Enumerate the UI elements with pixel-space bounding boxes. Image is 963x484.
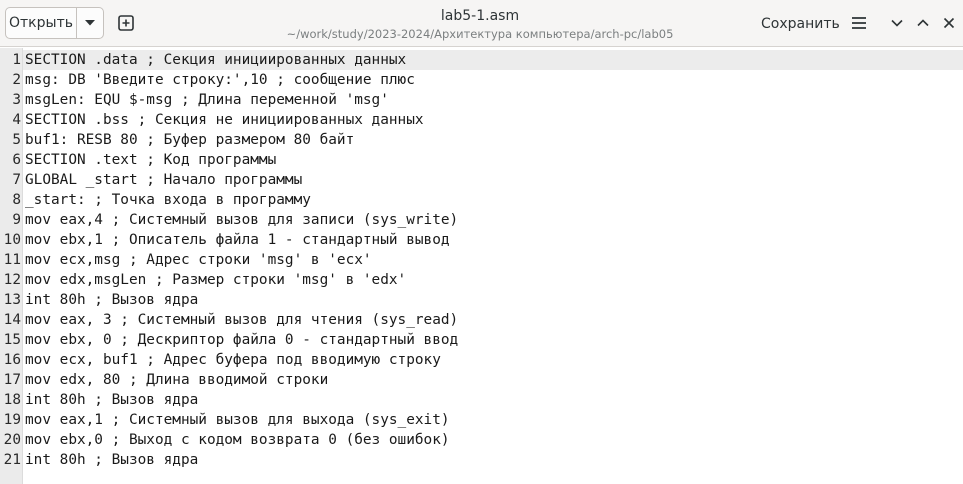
code-line[interactable]: 19 mov eax,1 ; Системный вызов для выхода… <box>0 410 963 430</box>
line-number: 21 <box>3 452 21 468</box>
new-tab-icon <box>118 15 134 31</box>
code-text[interactable]: int 80h ; Вызов ядра <box>21 390 198 410</box>
code-text[interactable]: mov eax,1 ; Системный вызов для выхода (… <box>21 410 450 430</box>
new-tab-button[interactable] <box>116 12 136 34</box>
line-number: 15 <box>3 332 21 348</box>
code-text[interactable]: mov ecx, buf1 ; Адрес буфера под вводиму… <box>21 350 441 370</box>
code-line[interactable]: 20 mov ebx,0 ; Выход с кодом возврата 0 (… <box>0 430 963 450</box>
line-number: 7 <box>12 172 21 188</box>
header-bar: Открыть lab5-1.asm ~/work/study/2023-202… <box>0 0 963 47</box>
line-number: 5 <box>12 132 21 148</box>
code-line[interactable]: 3 msgLen: EQU $-msg ; Длина переменной 'm… <box>0 90 963 110</box>
code-text[interactable]: SECTION .text ; Код программы <box>21 150 276 170</box>
code-line[interactable]: 14 mov eax, 3 ; Системный вызов для чтени… <box>0 310 963 330</box>
line-number: 13 <box>3 292 21 308</box>
code-line[interactable]: 11 mov ecx,msg ; Адрес строки 'msg' в 'ec… <box>0 250 963 270</box>
line-number: 8 <box>12 192 21 208</box>
document-title: lab5-1.asm <box>440 8 520 24</box>
line-number: 18 <box>3 392 21 408</box>
main-menu-button[interactable] <box>848 12 870 34</box>
code-text[interactable]: _start: ; Точка входа в программу <box>21 190 311 210</box>
code-text[interactable]: msg: DB 'Введите строку:',10 ; сообщение… <box>21 70 415 90</box>
code-line[interactable]: 8 _start: ; Точка входа в программу <box>0 190 963 210</box>
code-text[interactable]: SECTION .data ; Секция инициированных да… <box>21 50 406 70</box>
code-line[interactable]: 9 mov eax,4 ; Системный вызов для записи … <box>0 210 963 230</box>
minimize-button[interactable] <box>886 12 908 34</box>
code-line[interactable]: 13 int 80h ; Вызов ядра <box>0 290 963 310</box>
code-line[interactable]: 16 mov ecx, buf1 ; Адрес буфера под вводи… <box>0 350 963 370</box>
code-line[interactable]: 6 SECTION .text ; Код программы <box>0 150 963 170</box>
line-number: 17 <box>3 372 21 388</box>
code-text[interactable]: SECTION .bss ; Секция не инициированных … <box>21 110 424 130</box>
hamburger-menu-icon <box>852 17 866 29</box>
line-number: 6 <box>12 152 21 168</box>
line-number: 19 <box>3 412 21 428</box>
window-title-block: lab5-1.asm ~/work/study/2023-2024/Архите… <box>230 7 730 42</box>
close-icon <box>943 17 955 29</box>
line-number: 11 <box>3 252 21 268</box>
code-line[interactable]: 7 GLOBAL _start ; Начало программы <box>0 170 963 190</box>
editor-text-area[interactable]: 1 SECTION .data ; Секция инициированных д… <box>0 50 963 470</box>
code-text[interactable]: mov ecx,msg ; Адрес строки 'msg' в 'ecx' <box>21 250 372 270</box>
code-text[interactable]: int 80h ; Вызов ядра <box>21 290 198 310</box>
code-text[interactable]: mov ebx,0 ; Выход с кодом возврата 0 (бе… <box>21 430 450 450</box>
open-button-group: Открыть <box>5 7 104 39</box>
save-button[interactable]: Сохранить <box>752 13 849 35</box>
code-text[interactable]: mov ebx, 0 ; Дескриптор файла 0 - станда… <box>21 330 458 350</box>
line-number: 14 <box>3 312 21 328</box>
line-number: 4 <box>12 112 21 128</box>
code-text[interactable]: mov ebx,1 ; Описатель файла 1 - стандарт… <box>21 230 450 250</box>
line-number: 16 <box>3 352 21 368</box>
code-text[interactable]: GLOBAL _start ; Начало программы <box>21 170 302 190</box>
code-text[interactable]: mov edx,msgLen ; Размер строки 'msg' в '… <box>21 270 406 290</box>
code-text[interactable]: buf1: RESB 80 ; Буфер размером 80 байт <box>21 130 354 150</box>
document-path: ~/work/study/2023-2024/Архитектура компь… <box>286 27 674 41</box>
code-text[interactable]: int 80h ; Вызов ядра <box>21 450 198 470</box>
code-line[interactable]: 12 mov edx,msgLen ; Размер строки 'msg' в… <box>0 270 963 290</box>
code-line[interactable]: 18 int 80h ; Вызов ядра <box>0 390 963 410</box>
code-line[interactable]: 21 int 80h ; Вызов ядра <box>0 450 963 470</box>
line-number: 10 <box>3 232 21 248</box>
line-number: 1 <box>12 52 21 68</box>
open-button[interactable]: Открыть <box>6 8 77 38</box>
line-number: 12 <box>3 272 21 288</box>
code-text[interactable]: msgLen: EQU $-msg ; Длина переменной 'ms… <box>21 90 389 110</box>
code-line[interactable]: 15 mov ebx, 0 ; Дескриптор файла 0 - стан… <box>0 330 963 350</box>
code-line[interactable]: 2 msg: DB 'Введите строку:',10 ; сообщени… <box>0 70 963 90</box>
open-menu-button[interactable] <box>77 8 103 38</box>
line-number: 9 <box>12 212 21 228</box>
line-number: 20 <box>3 432 21 448</box>
code-line[interactable]: 4 SECTION .bss ; Секция не инициированных… <box>0 110 963 130</box>
minimize-icon <box>891 19 903 27</box>
close-button[interactable] <box>938 12 960 34</box>
code-text[interactable]: mov edx, 80 ; Длина вводимой строки <box>21 370 328 390</box>
line-number: 3 <box>12 92 21 108</box>
maximize-icon <box>917 19 929 27</box>
code-line[interactable]: 1 SECTION .data ; Секция инициированных д… <box>0 50 963 70</box>
line-number: 2 <box>12 72 21 88</box>
code-line[interactable]: 5 buf1: RESB 80 ; Буфер размером 80 байт <box>0 130 963 150</box>
code-text[interactable]: mov eax,4 ; Системный вызов для записи (… <box>21 210 458 230</box>
code-text[interactable]: mov eax, 3 ; Системный вызов для чтения … <box>21 310 458 330</box>
code-line[interactable]: 17 mov edx, 80 ; Длина вводимой строки <box>0 370 963 390</box>
maximize-button[interactable] <box>912 12 934 34</box>
chevron-down-icon <box>85 20 95 26</box>
code-line[interactable]: 10 mov ebx,1 ; Описатель файла 1 - станда… <box>0 230 963 250</box>
